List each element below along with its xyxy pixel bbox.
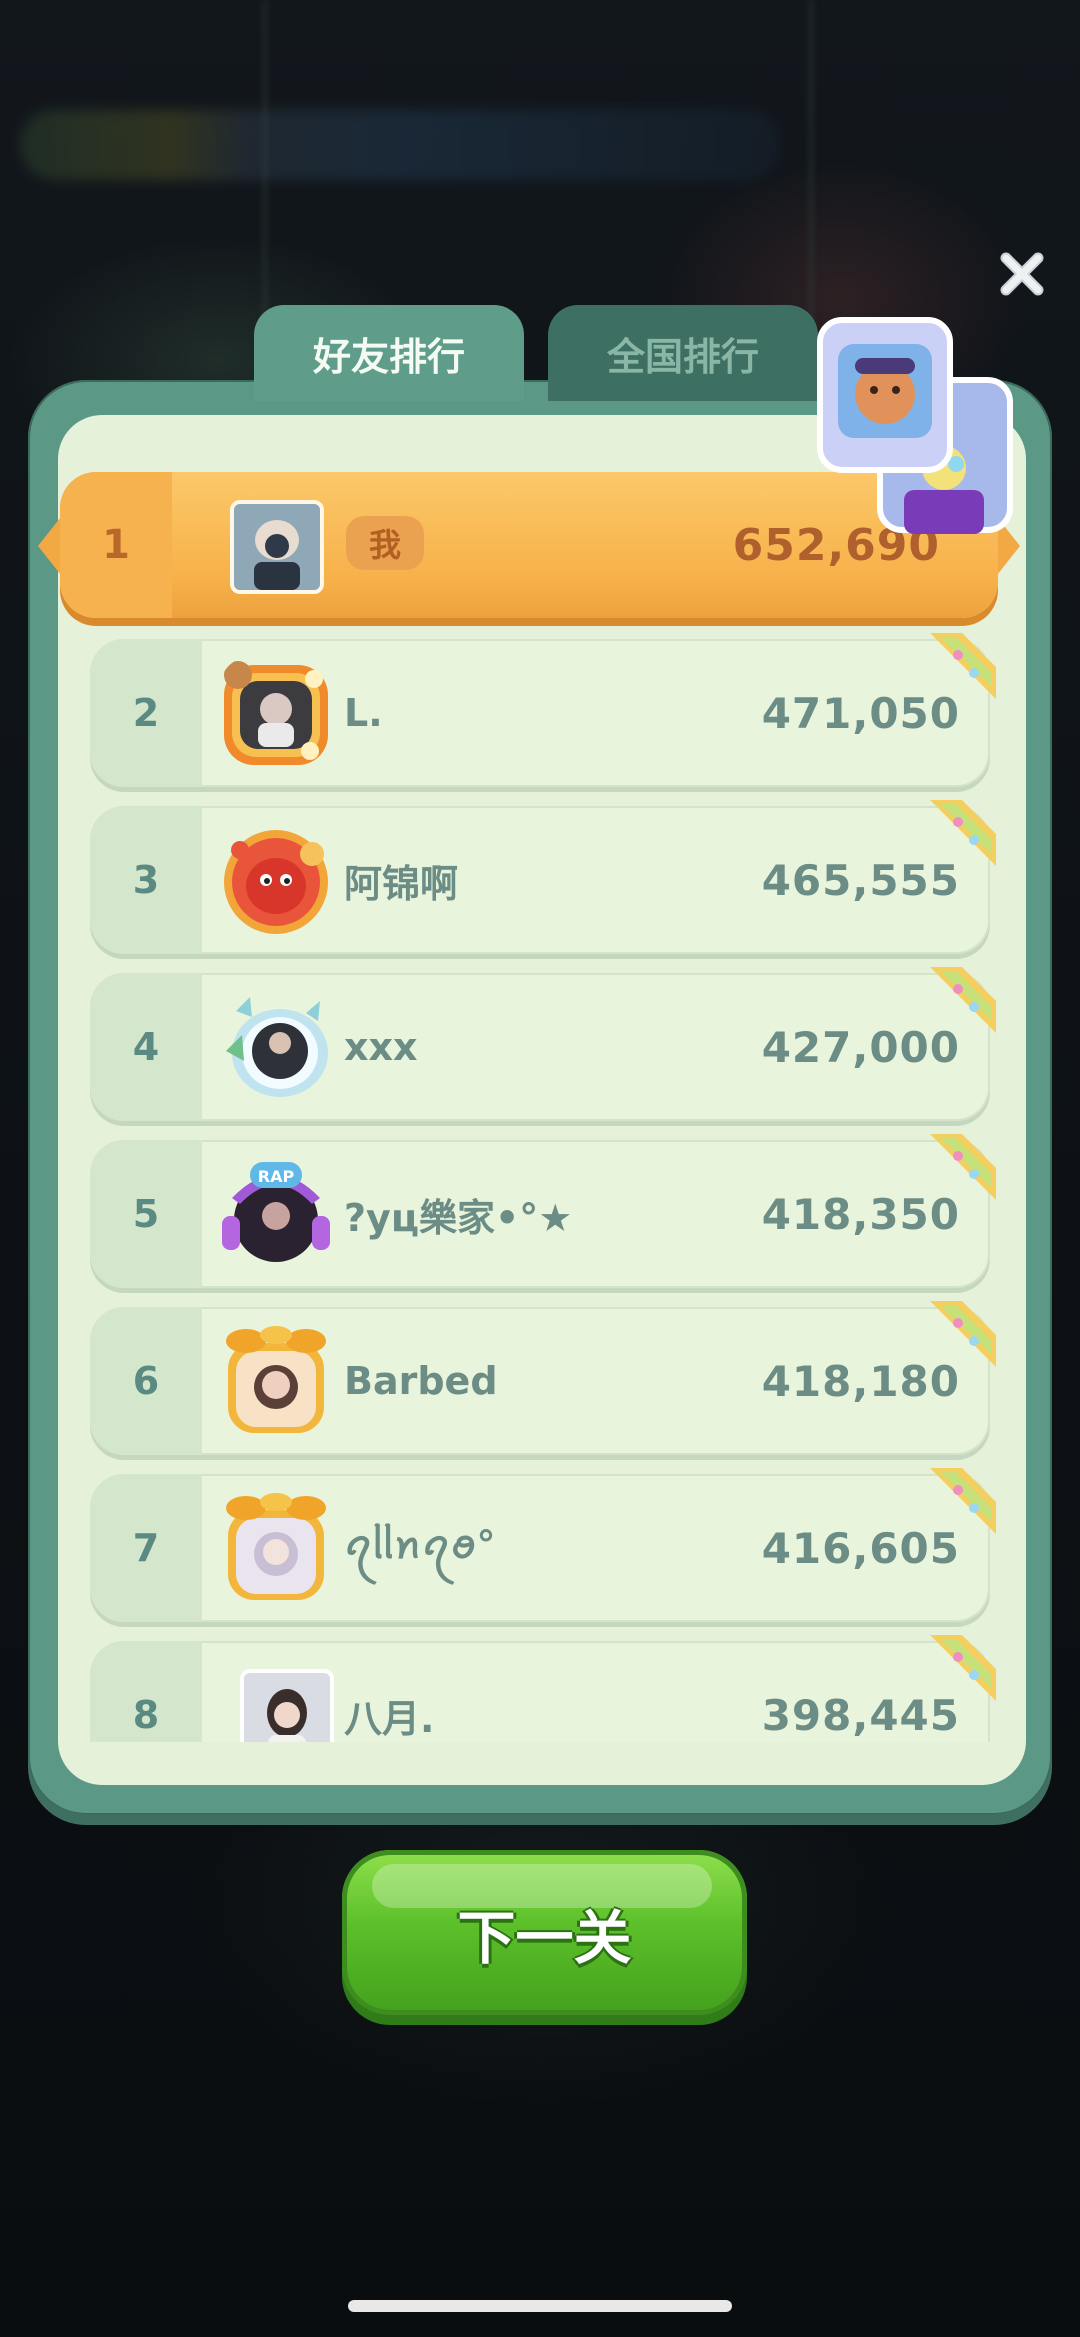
star-ribbon-icon: [900, 800, 996, 896]
close-button[interactable]: [996, 248, 1048, 300]
photo-avatar-icon: [244, 1673, 330, 1742]
player-name: Barbed: [344, 1359, 498, 1403]
close-icon: [1000, 252, 1044, 296]
orange-flower-frame-avatar-icon: [224, 661, 328, 765]
leaderboard-row: 3 阿锦啊 465,555: [90, 800, 996, 954]
leaderboard-row: 6 Barbed 418,180: [90, 1301, 996, 1455]
avatar[interactable]: [220, 657, 332, 769]
me-badge: 我: [346, 516, 424, 570]
photo-avatar-icon: [234, 504, 320, 590]
rank-number: 5: [132, 1192, 160, 1236]
next-level-button[interactable]: 下一关: [342, 1850, 747, 2015]
rank-cell: 5: [90, 1140, 202, 1288]
avatar[interactable]: [220, 1325, 332, 1437]
star-ribbon-icon: [900, 633, 996, 729]
blurred-hud-bar: [20, 110, 780, 180]
golden-tree-frame-avatar-icon: [226, 1326, 326, 1433]
cloud-frame-avatar-icon: [226, 997, 328, 1097]
avatar[interactable]: [220, 991, 332, 1103]
avatar[interactable]: [220, 824, 332, 936]
rank-number: 2: [132, 691, 160, 735]
star-ribbon-icon: [900, 1134, 996, 1230]
rank-number: 7: [132, 1526, 160, 1570]
next-level-label: 下一关: [457, 1903, 632, 1972]
rank-cell: 7: [90, 1474, 202, 1622]
rank-cell: 3: [90, 806, 202, 954]
tab-national-ranking[interactable]: 全国排行: [548, 305, 818, 401]
rank-cell: 2: [90, 639, 202, 787]
star-ribbon-icon: [900, 1635, 996, 1731]
star-ribbon-icon: [900, 967, 996, 1063]
leaderboard-row: 8 八月. 398,445: [90, 1635, 996, 1742]
leaderboard-row: 7 ꪖᥣᥣꪀꪖꪮ° 416,605: [90, 1468, 996, 1622]
avatar[interactable]: [240, 1669, 334, 1742]
rank-cell: 1: [60, 472, 172, 618]
leaderboard-row: 2 L. 471,050: [90, 633, 996, 787]
rank-cell: 8: [90, 1641, 202, 1742]
tab-national-label: 全国排行: [606, 334, 759, 379]
player-name: 阿锦啊: [344, 861, 459, 906]
leaderboard-row: 5 RAP ?yц樂家•°★ 418,350: [90, 1134, 996, 1288]
rank-number: 3: [132, 858, 160, 902]
rank-number: 1: [102, 522, 130, 568]
rap-headphones-frame-avatar-icon: RAP: [222, 1162, 330, 1262]
rank-cell: 6: [90, 1307, 202, 1455]
red-monster-avatar-icon: [224, 830, 328, 934]
rank-number: 8: [132, 1693, 160, 1737]
tab-friends-ranking[interactable]: 好友排行: [254, 305, 524, 401]
player-name: xxx: [344, 1025, 418, 1069]
avatar[interactable]: RAP: [220, 1158, 332, 1270]
player-name: ꪖᥣᥣꪀꪖꪮ°: [344, 1523, 496, 1567]
player-name: 八月.: [344, 1696, 435, 1741]
golden-tree-frame-avatar-icon: [226, 1493, 326, 1600]
rank-cell: 4: [90, 973, 202, 1121]
avatar[interactable]: [230, 500, 324, 594]
star-ribbon-icon: [900, 1301, 996, 1397]
star-ribbon-icon: [900, 1468, 996, 1564]
svg-text:RAP: RAP: [258, 1167, 295, 1186]
reward-cards-icon: [800, 300, 1030, 560]
rank-number: 6: [132, 1359, 160, 1403]
tab-friends-label: 好友排行: [312, 334, 465, 379]
avatar[interactable]: [220, 1492, 332, 1604]
player-name: L.: [344, 691, 383, 735]
player-name: ?yц樂家•°★: [344, 1195, 573, 1240]
rank-number: 4: [132, 1025, 160, 1069]
leaderboard-row: 4 xxx 427,000: [90, 967, 996, 1121]
home-indicator[interactable]: [348, 2300, 732, 2312]
